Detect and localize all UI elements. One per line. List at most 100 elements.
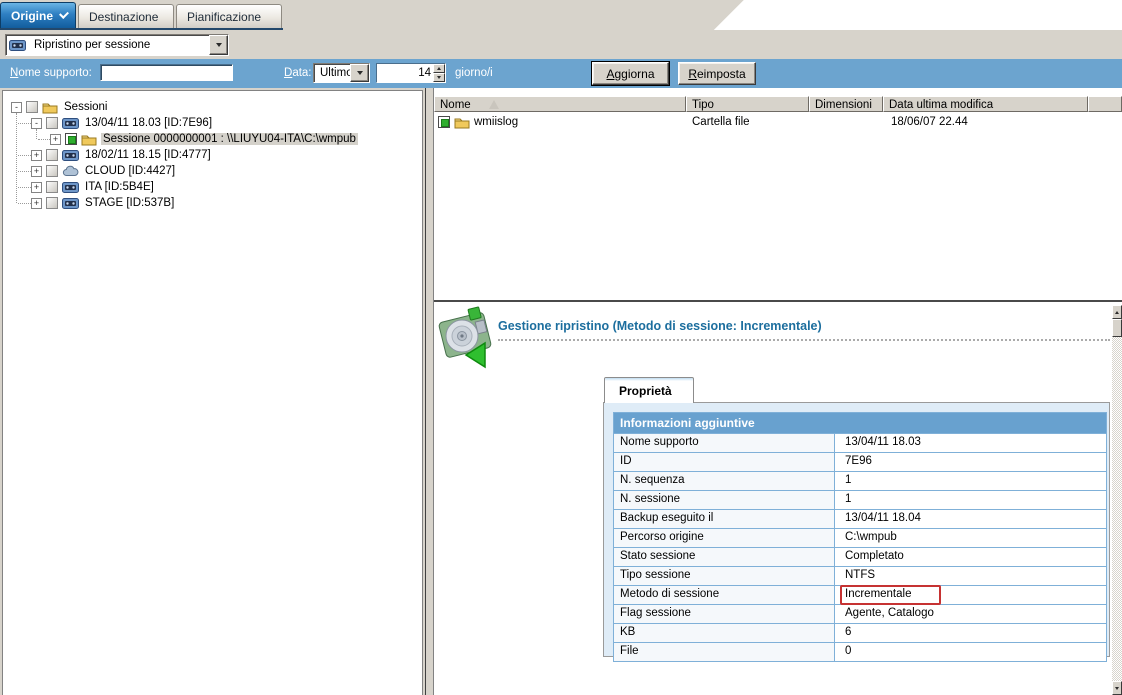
property-row: N. sessione1 xyxy=(614,490,1106,509)
search-toolbar: Nome supporto: Data: Ultimo giorno/i Agg… xyxy=(0,59,1122,88)
tree-item-sessioni[interactable]: - Sessioni xyxy=(3,99,422,115)
tree-expander[interactable]: - xyxy=(31,118,42,129)
tree-connector xyxy=(36,129,37,139)
tree-expander[interactable]: + xyxy=(50,134,61,145)
tab-origine[interactable]: Origine xyxy=(0,2,76,28)
tree-item-label[interactable]: CLOUD [ID:4427] xyxy=(83,165,177,177)
scrollbar-up-button[interactable] xyxy=(1112,305,1122,319)
column-header-filler xyxy=(1088,96,1122,112)
property-row: KB6 xyxy=(614,623,1106,642)
days-unit-label: giorno/i xyxy=(455,67,493,79)
details-scrollbar[interactable] xyxy=(1112,305,1122,695)
spinner-down-button[interactable] xyxy=(433,73,445,82)
tree-item-session-18-02[interactable]: + 18/02/11 18.15 [ID:4777] xyxy=(3,147,422,163)
media-name-label: Nome supporto: xyxy=(10,67,92,79)
tree-connector xyxy=(16,113,17,203)
tree-item-label[interactable]: STAGE [ID:537B] xyxy=(83,197,176,209)
folder-icon xyxy=(454,116,470,129)
chevron-down-icon xyxy=(59,9,69,19)
tree-expander[interactable]: + xyxy=(31,182,42,193)
tree-checkbox[interactable] xyxy=(46,165,58,177)
file-list-header: Nome Tipo Dimensioni Data ultima modific… xyxy=(434,96,1122,112)
tree-connector xyxy=(38,139,50,140)
tree-checkbox[interactable] xyxy=(46,117,58,129)
tab-label: Pianificazione xyxy=(187,10,261,24)
tree-connector xyxy=(18,123,31,124)
property-row: Percorso origineC:\wmpub xyxy=(614,528,1106,547)
details-panel: Gestione ripristino (Metodo di sessione:… xyxy=(434,305,1122,695)
section-header: Informazioni aggiuntive xyxy=(614,413,1106,433)
property-row: Nome supporto13/04/11 18.03 xyxy=(614,433,1106,452)
property-row: Backup eseguito il13/04/11 18.04 xyxy=(614,509,1106,528)
properties-table: Informazioni aggiuntive Nome supporto13/… xyxy=(613,412,1107,662)
restore-type-select[interactable]: Ripristino per sessione xyxy=(5,34,229,56)
tree-item-cloud[interactable]: + CLOUD [ID:4427] xyxy=(3,163,422,179)
date-label: Data: xyxy=(284,67,312,79)
filter-row: Ripristino per sessione xyxy=(0,30,1122,59)
tree-item-sessione-0000000001[interactable]: + Sessione 0000000001 : \\LIUYU04-ITA\C:… xyxy=(3,131,422,147)
tree-item-label[interactable]: Sessioni xyxy=(62,101,109,113)
date-range-select[interactable]: Ultimo xyxy=(313,63,370,83)
property-row: ID7E96 xyxy=(614,452,1106,471)
tree-checkbox[interactable] xyxy=(46,181,58,193)
tree-item-label[interactable]: 13/04/11 18.03 [ID:7E96] xyxy=(83,117,214,129)
tape-icon xyxy=(62,117,79,130)
cloud-icon xyxy=(62,165,79,178)
column-header-tipo[interactable]: Tipo xyxy=(686,96,809,112)
tree-expander[interactable]: + xyxy=(31,166,42,177)
column-header-dimensioni[interactable]: Dimensioni xyxy=(809,96,883,112)
tree-expander[interactable]: + xyxy=(31,150,42,161)
tree-item-label[interactable]: ITA [ID:5B4E] xyxy=(83,181,156,193)
column-header-data-ultima-modifica[interactable]: Data ultima modifica xyxy=(883,96,1088,112)
file-type: Cartella file xyxy=(686,116,809,128)
tab-pianificazione[interactable]: Pianificazione xyxy=(176,4,282,28)
tab-proprieta[interactable]: Proprietà xyxy=(604,377,694,403)
tape-icon xyxy=(62,197,79,210)
tree-checkbox[interactable] xyxy=(46,197,58,209)
file-name[interactable]: wmiislog xyxy=(474,116,518,128)
splitter-line xyxy=(434,300,1122,302)
column-header-nome[interactable]: Nome xyxy=(434,96,686,112)
tree-expander[interactable]: - xyxy=(11,102,22,113)
spinner-up-button[interactable] xyxy=(433,64,445,73)
media-name-input[interactable] xyxy=(100,64,233,81)
file-list: Nome Tipo Dimensioni Data ultima modific… xyxy=(434,90,1122,299)
arrow-up-icon xyxy=(437,67,441,70)
refresh-button[interactable]: Aggiorna xyxy=(592,62,669,85)
tree-connector xyxy=(18,187,31,188)
tree-checkbox[interactable] xyxy=(26,101,38,113)
tab-destinazione[interactable]: Destinazione xyxy=(78,4,174,28)
tree-connector xyxy=(18,155,31,156)
folder-icon xyxy=(42,101,58,114)
days-input[interactable] xyxy=(377,64,433,82)
tree-expander[interactable]: + xyxy=(31,198,42,209)
vertical-splitter[interactable] xyxy=(425,88,433,695)
tree-checkbox-checked[interactable] xyxy=(65,133,77,145)
scrollbar-track[interactable] xyxy=(1112,305,1122,695)
property-row: Flag sessioneAgente, Catalogo xyxy=(614,604,1106,623)
tree-item-session-13-04[interactable]: - 13/04/11 18.03 [ID:7E96] xyxy=(3,115,422,131)
tab-label: Destinazione xyxy=(89,10,158,24)
property-row: Tipo sessioneNTFS xyxy=(614,566,1106,585)
tab-bar: Origine Destinazione Pianificazione xyxy=(0,0,1122,30)
file-checkbox-checked[interactable] xyxy=(438,116,450,128)
main-area: - Sessioni - 13/04/11 18.03 [ID:7E96] + … xyxy=(0,88,1122,695)
scrollbar-thumb[interactable] xyxy=(1112,319,1122,337)
tree-item-stage[interactable]: + STAGE [ID:537B] xyxy=(3,195,422,211)
session-tree: - Sessioni - 13/04/11 18.03 [ID:7E96] + … xyxy=(2,90,423,695)
tree-item-label[interactable]: 18/02/11 18.15 [ID:4777] xyxy=(83,149,213,161)
dropdown-arrow-button[interactable] xyxy=(350,64,369,82)
dropdown-arrow-button[interactable] xyxy=(209,35,228,55)
tape-icon xyxy=(9,39,26,52)
tree-item-ita[interactable]: + ITA [ID:5B4E] xyxy=(3,179,422,195)
tape-icon xyxy=(62,181,79,194)
scrollbar-down-button[interactable] xyxy=(1112,681,1122,695)
table-row[interactable]: wmiislog Cartella file 18/06/07 22.44 xyxy=(434,114,1122,130)
reset-button[interactable]: Reimposta xyxy=(678,62,756,85)
property-row: Stato sessioneCompletato xyxy=(614,547,1106,566)
folder-icon xyxy=(81,133,97,146)
tab-accent xyxy=(605,378,693,381)
properties-panel: Informazioni aggiuntive Nome supporto13/… xyxy=(603,402,1110,657)
tree-checkbox[interactable] xyxy=(46,149,58,161)
tree-item-label-selected[interactable]: Sessione 0000000001 : \\LIUYU04-ITA\C:\w… xyxy=(101,133,358,145)
